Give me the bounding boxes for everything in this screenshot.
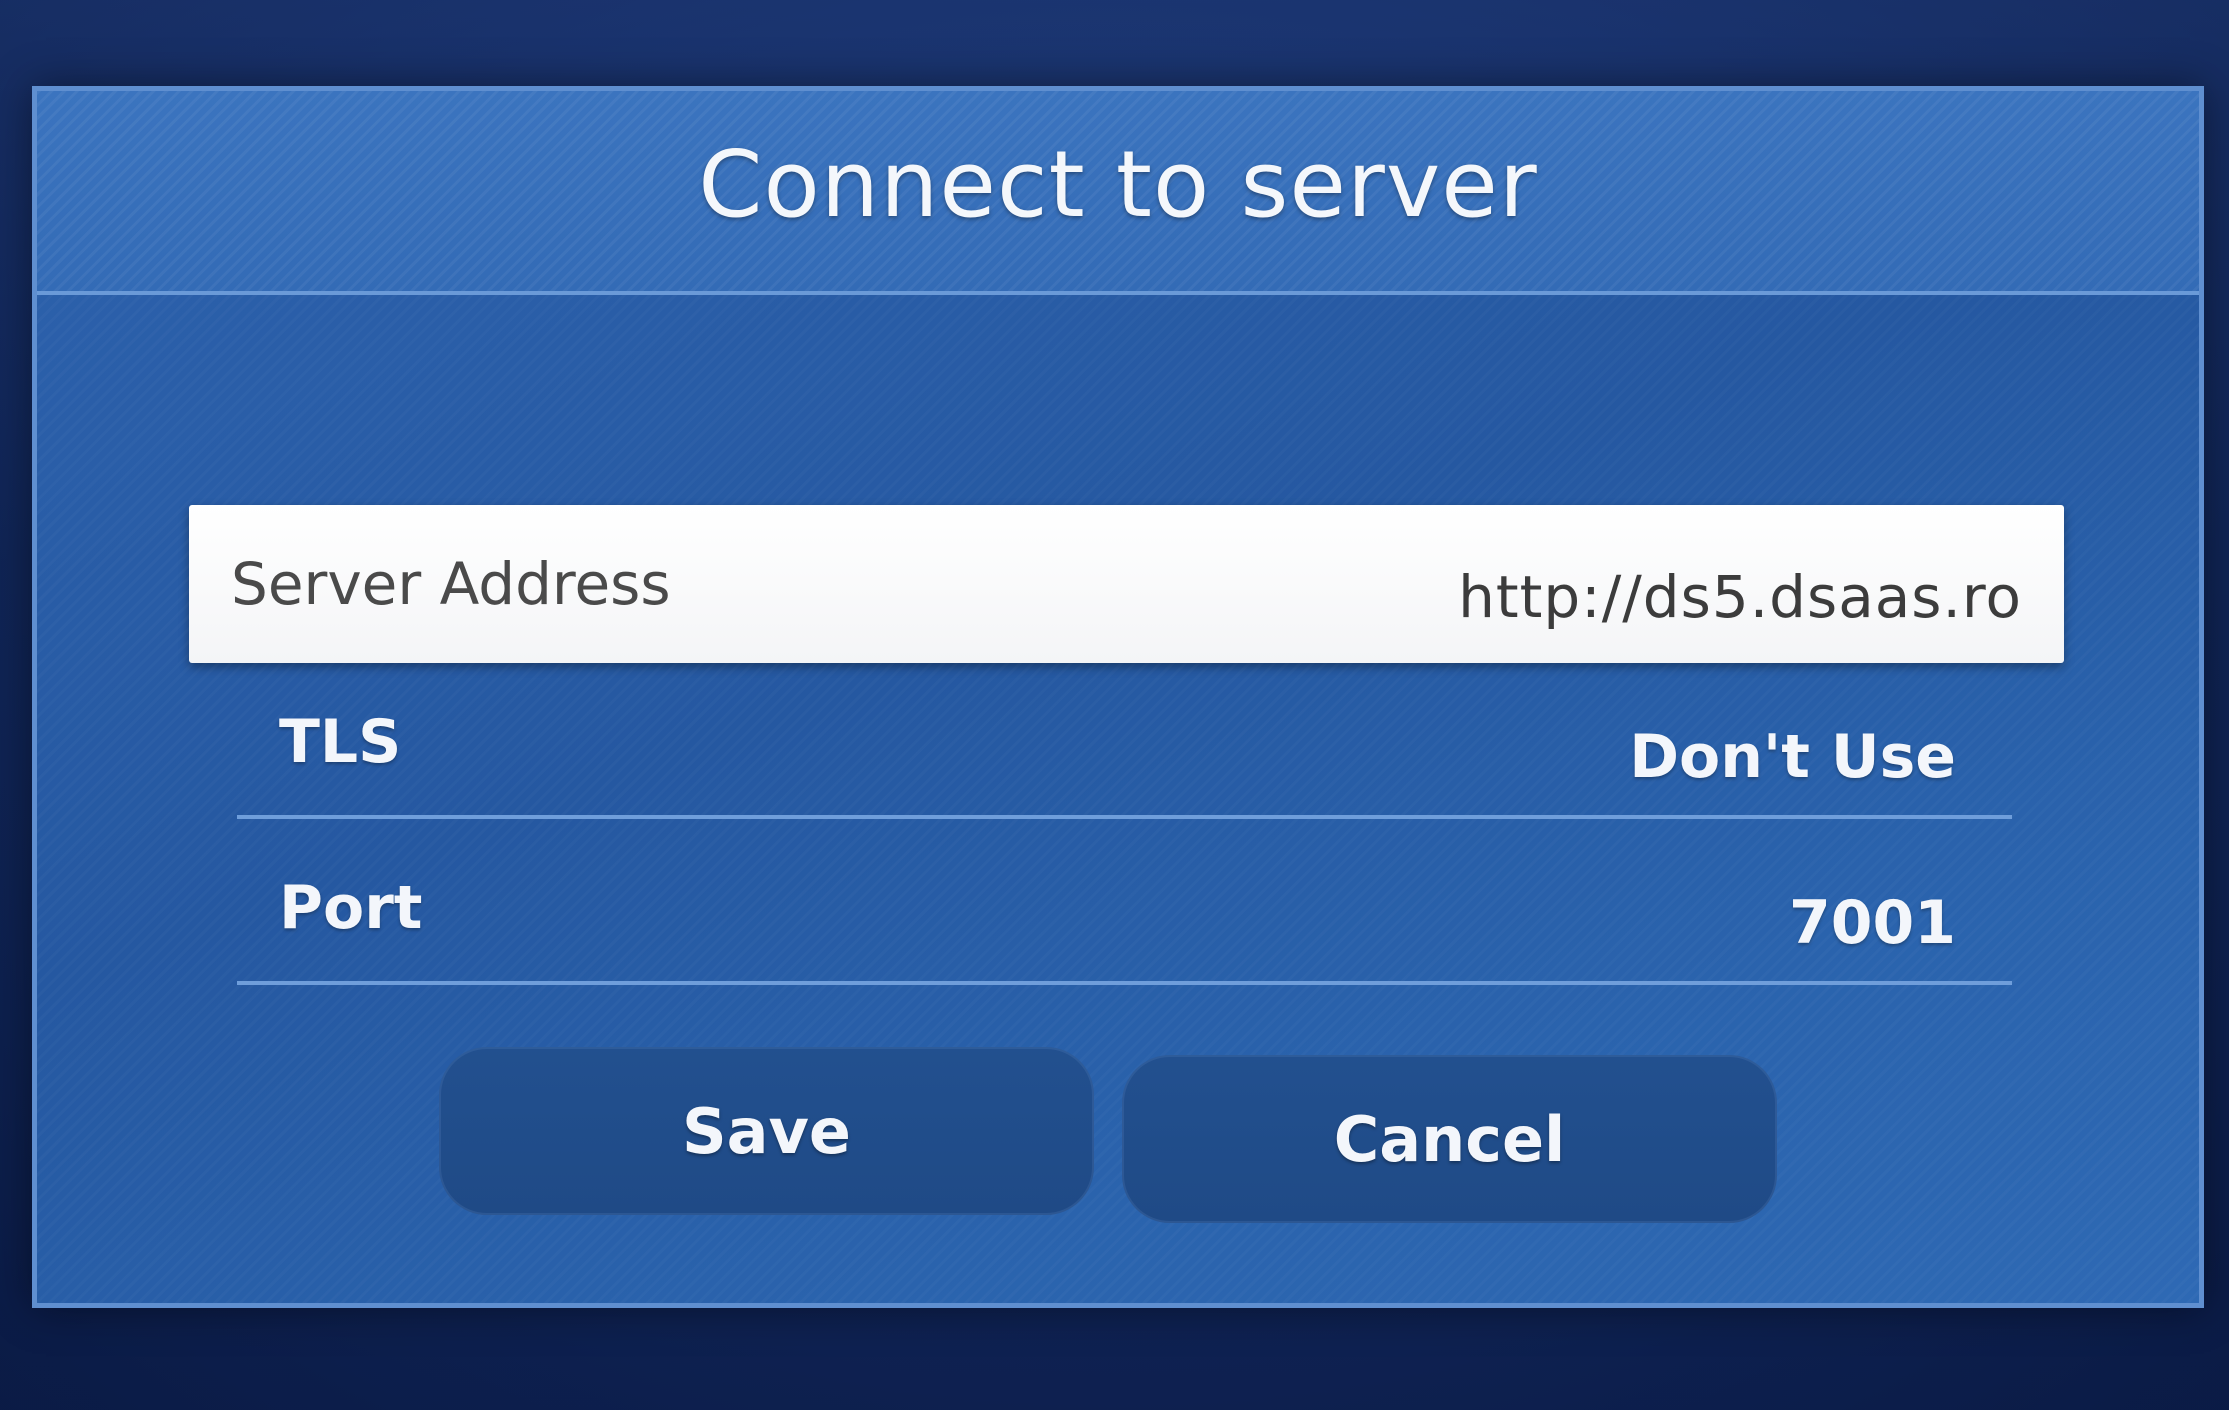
tls-value: Don't Use <box>1629 722 1956 792</box>
dialog-buttons: Save Cancel <box>37 1047 2199 1227</box>
server-address-value: http://ds5.dsaas.ro <box>1458 563 2022 631</box>
port-setting[interactable]: Port 7001 <box>237 835 2012 985</box>
tls-label: TLS <box>279 707 402 777</box>
tls-setting[interactable]: TLS Don't Use <box>237 669 2012 819</box>
cancel-button[interactable]: Cancel <box>1122 1055 1777 1223</box>
connect-to-server-dialog: Connect to server Server Address http://… <box>32 86 2204 1308</box>
save-button[interactable]: Save <box>439 1047 1094 1215</box>
server-address-label: Server Address <box>231 550 671 618</box>
port-label: Port <box>279 873 423 943</box>
port-value: 7001 <box>1789 888 1956 958</box>
server-address-field[interactable]: Server Address http://ds5.dsaas.ro <box>189 505 2064 663</box>
dialog-title: Connect to server <box>698 130 1538 238</box>
dialog-header: Connect to server <box>37 91 2199 295</box>
dialog-body: Server Address http://ds5.dsaas.ro TLS D… <box>37 295 2199 1303</box>
